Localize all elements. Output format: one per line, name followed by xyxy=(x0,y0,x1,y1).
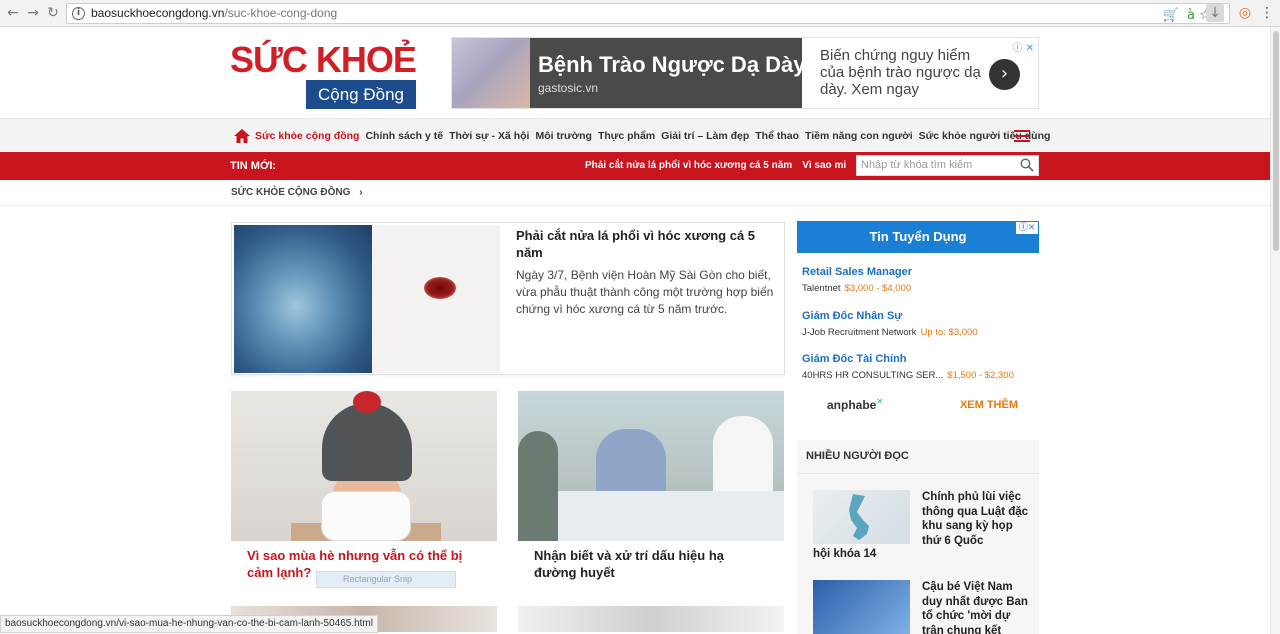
status-bar-url: baosuckhoecongdong.vn/vi-sao-mua-he-nhun… xyxy=(0,615,378,633)
forward-icon[interactable]: → xyxy=(24,4,42,22)
ad-title-panel: Bệnh Trào Ngược Dạ Dày gastosic.vn xyxy=(530,38,806,108)
ticker-item-1[interactable]: Phải cắt nửa lá phổi vì hóc xương cá 5 n… xyxy=(585,160,792,171)
job-title[interactable]: Giám Đốc Tài Chính xyxy=(802,352,1034,366)
scrollbar-thumb[interactable] xyxy=(1273,31,1279,251)
article-image-cold[interactable] xyxy=(231,391,497,541)
article-card-hypoglycemia[interactable]: Nhận biết và xử trí dấu hiệu hạ đường hu… xyxy=(518,391,784,581)
ad-choices-icon[interactable]: ⓘ ✕ xyxy=(1012,39,1034,54)
most-read-title-continued[interactable]: hội khóa 14 xyxy=(813,548,876,560)
browser-toolbar: ← → ↻ i baosuckhoecongdong.vn/suc-khoe-c… xyxy=(0,0,1280,27)
nav-item-giai-tri-lam-dep[interactable]: Giải trí – Làm đẹp xyxy=(661,130,749,142)
jobs-header-label: Tin Tuyển Dụng xyxy=(869,229,967,244)
nav-item-thoi-su-xa-hoi[interactable]: Thời sự - Xã hội xyxy=(449,130,529,142)
most-read-thumbnail[interactable] xyxy=(813,490,910,544)
divider xyxy=(0,205,1270,206)
top-banner-ad[interactable]: Bệnh Trào Ngược Dạ Dày gastosic.vn Biến … xyxy=(451,37,1039,109)
featured-article[interactable]: Phải cắt nửa lá phổi vì hóc xương cá 5 n… xyxy=(231,222,785,375)
snip-tooltip: Rectangular Snip xyxy=(316,571,456,588)
most-read-widget: NHIỀU NGƯỜI ĐỌC Chính phủ lùi việc thông… xyxy=(797,440,1039,634)
search-placeholder: Nhập từ khóa tìm kiếm xyxy=(861,159,973,171)
job-item[interactable]: Giám Đốc Tài Chính 40HRS HR CONSULTING S… xyxy=(802,352,1034,383)
ad-arrow-icon[interactable]: › xyxy=(989,59,1020,90)
most-read-thumbnail[interactable] xyxy=(813,580,910,634)
download-icon[interactable]: ↓ xyxy=(1206,4,1224,22)
article-card-cold[interactable]: Vì sao mùa hè nhưng vẫn có thể bị cảm lạ… xyxy=(231,391,497,581)
search-input[interactable]: Nhập từ khóa tìm kiếm xyxy=(856,155,1039,176)
hamburger-menu-icon[interactable] xyxy=(1014,130,1030,142)
most-read-title[interactable]: Cậu bé Việt Nam duy nhất được Ban tổ chứ… xyxy=(922,580,1030,634)
job-salary: $1,500 - $2,300 xyxy=(947,370,1014,381)
job-item[interactable]: Retail Sales Manager Talentnet $3,000 - $… xyxy=(802,265,1034,296)
xray-image xyxy=(234,225,372,373)
nav-item-the-thao[interactable]: Thể thao xyxy=(755,130,799,142)
ad-choices-icon[interactable]: ⓘ✕ xyxy=(1016,222,1038,234)
most-read-title[interactable]: Chính phủ lùi việc thông qua Luật đặc kh… xyxy=(922,490,1030,548)
specimen-image xyxy=(372,225,500,373)
jobs-header: Tin Tuyển Dụng ⓘ✕ xyxy=(797,221,1039,253)
anphabe-logo[interactable]: anphabe✕ xyxy=(827,397,883,412)
job-company: 40HRS HR CONSULTING SER... xyxy=(802,370,944,381)
nav-item-thuc-pham[interactable]: Thực phẩm xyxy=(598,130,655,142)
reload-icon[interactable]: ↻ xyxy=(44,4,62,22)
job-title[interactable]: Retail Sales Manager xyxy=(802,265,1034,279)
search-icon[interactable] xyxy=(1020,158,1034,172)
breadcrumb-label[interactable]: SỨC KHỎE CỘNG ĐỒNG xyxy=(231,187,350,198)
article-image-partial[interactable] xyxy=(518,606,784,632)
jobs-widget: Tin Tuyển Dụng ⓘ✕ Retail Sales Manager T… xyxy=(797,221,1039,426)
see-more-button[interactable]: XEM THÊM xyxy=(960,399,1018,411)
map-icon xyxy=(849,494,869,540)
nav-item-suc-khoe-cong-dong[interactable]: Sức khỏe cộng đồng xyxy=(255,130,359,142)
job-company: J-Job Recruitment Network xyxy=(802,327,917,338)
job-company: Talentnet xyxy=(802,283,841,294)
info-icon[interactable]: i xyxy=(72,7,85,20)
logo-sub-text: Cộng Đồng xyxy=(306,80,416,109)
most-read-header: NHIỀU NGƯỜI ĐỌC xyxy=(797,440,1039,474)
ticker-label: TIN MỚI: xyxy=(230,160,277,172)
ad-image xyxy=(452,38,530,108)
job-salary: $3,000 - $4,000 xyxy=(844,283,912,294)
ad-title: Bệnh Trào Ngược Dạ Dày xyxy=(538,52,806,77)
nav-item-suc-khoe-nguoi-tieu-dung[interactable]: Sức khỏe người tiêu dùng xyxy=(919,130,1051,142)
home-icon[interactable] xyxy=(234,129,250,143)
ad-domain: gastosic.vn xyxy=(538,81,599,95)
page-scrollbar[interactable] xyxy=(1270,27,1280,634)
ticker-item-2[interactable]: Vì sao mi xyxy=(802,160,846,171)
news-ticker-bar: TIN MỚI: Phải cắt nửa lá phổi vì hóc xươ… xyxy=(0,152,1270,180)
featured-title[interactable]: Phải cắt nửa lá phổi vì hóc xương cá 5 n… xyxy=(516,227,774,261)
featured-description: Ngày 3/7, Bệnh viện Hoàn Mỹ Sài Gòn cho … xyxy=(516,268,774,316)
main-nav: Sức khỏe cộng đồng Chính sách y tế Thời … xyxy=(0,118,1270,152)
job-item[interactable]: Giám Đốc Nhân Sự J-Job Recruitment Netwo… xyxy=(802,309,1034,340)
extension-icon[interactable]: ◎ xyxy=(1236,4,1254,22)
cart-icon[interactable]: 🛒 xyxy=(1163,7,1179,25)
featured-image[interactable] xyxy=(234,225,500,373)
breadcrumb-arrow-icon: › xyxy=(359,187,363,198)
logo-main-text: SỨC KHOẺ xyxy=(230,39,417,80)
back-icon[interactable]: ← xyxy=(4,4,22,22)
ticker-text[interactable]: Phải cắt nửa lá phổi vì hóc xương cá 5 n… xyxy=(585,152,856,180)
article-image-hypoglycemia[interactable] xyxy=(518,391,784,541)
nav-item-chinh-sach-y-te[interactable]: Chính sách y tế xyxy=(365,130,443,142)
ad-description: Biến chứng nguy hiểm của bệnh trào ngược… xyxy=(820,47,981,98)
job-title[interactable]: Giám Đốc Nhân Sự xyxy=(802,309,1034,323)
url-path: /suc-khoe-cong-dong xyxy=(224,6,338,20)
site-logo[interactable]: SỨC KHOẺ Cộng Đồng xyxy=(230,39,417,109)
address-bar[interactable]: i baosuckhoecongdong.vn/suc-khoe-cong-do… xyxy=(66,3,1230,24)
breadcrumb[interactable]: SỨC KHỎE CỘNG ĐỒNG › xyxy=(231,187,363,198)
menu-dots-icon[interactable]: ⋮ xyxy=(1258,4,1276,22)
job-salary: Up to: $3,000 xyxy=(920,327,978,338)
translate-icon[interactable]: à xyxy=(1187,7,1195,25)
url-host: baosuckhoecongdong.vn xyxy=(91,6,225,20)
nav-item-tiem-nang-con-nguoi[interactable]: Tiềm năng con người xyxy=(805,130,913,142)
nav-item-moi-truong[interactable]: Môi trường xyxy=(535,130,591,142)
article-title-hypoglycemia[interactable]: Nhận biết và xử trí dấu hiệu hạ đường hu… xyxy=(518,547,784,581)
